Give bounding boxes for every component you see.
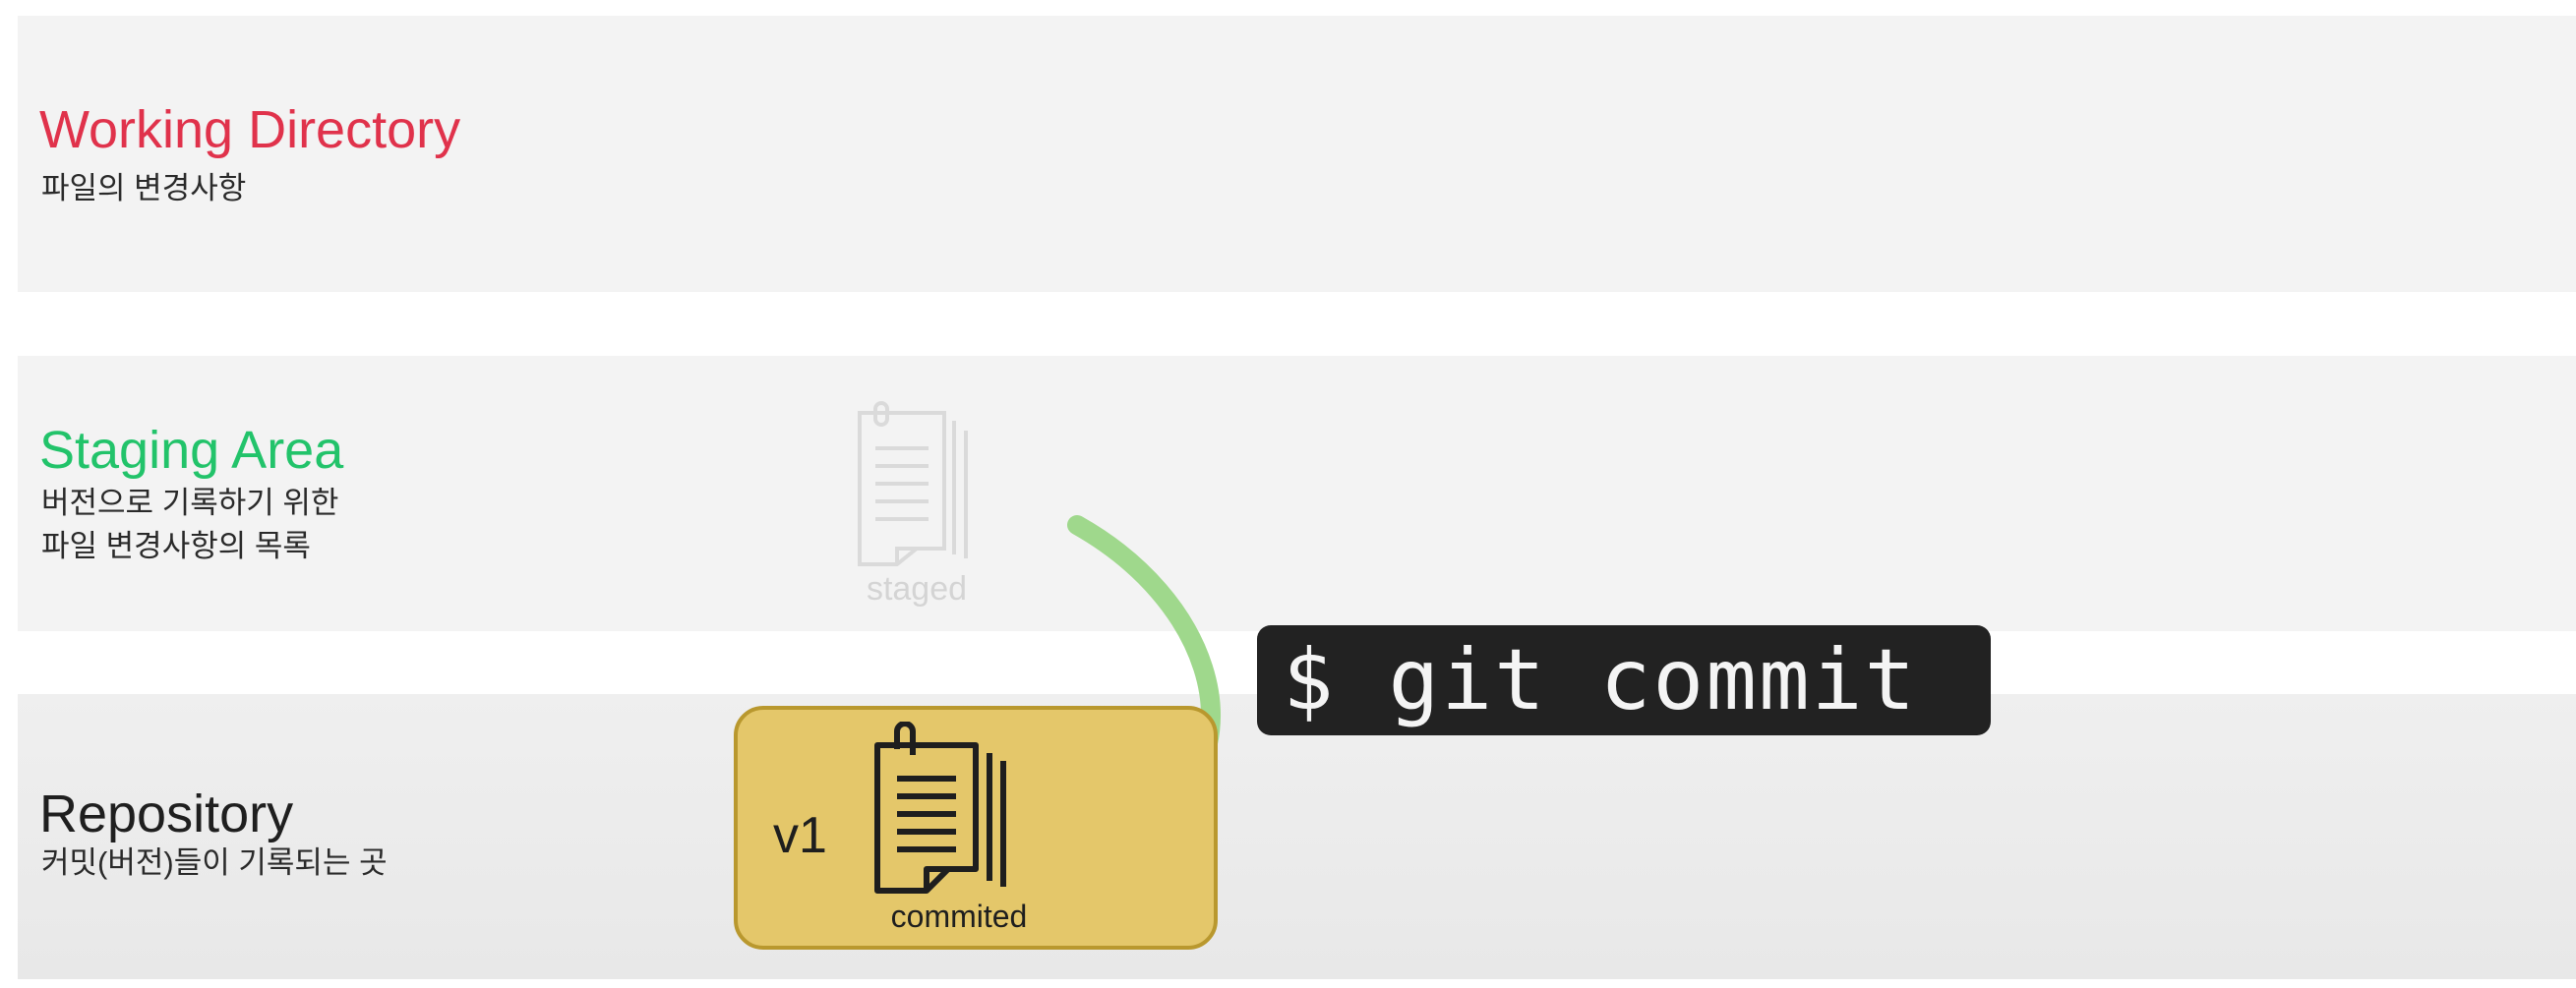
repository-title: Repository xyxy=(39,785,294,843)
commit-label: commited xyxy=(890,899,1028,934)
working-directory-title: Working Directory xyxy=(39,100,461,159)
document-icon xyxy=(874,722,1006,894)
repository-band xyxy=(18,694,2576,979)
git-commit-command: $ git commit xyxy=(1257,625,1991,735)
staged-file: staged xyxy=(838,391,995,608)
staging-area-description-line-2: 파일 변경사항의 목록 xyxy=(41,529,311,563)
commit-version: v1 xyxy=(773,807,827,864)
staged-label: staged xyxy=(866,570,968,608)
staging-area-description-line-1: 버전으로 기록하기 위한 xyxy=(41,486,339,520)
repository-description: 커밋(버전)들이 기록되는 곳 xyxy=(41,845,388,880)
commit-box: v1 commited xyxy=(734,706,1218,950)
staging-area-description: 버전으로 기록하기 위한 파일 변경사항의 목록 xyxy=(41,482,338,568)
document-icon xyxy=(858,401,968,566)
staging-area-title: Staging Area xyxy=(39,421,344,480)
staging-area-band xyxy=(18,356,2576,631)
git-stages-diagram: Working Directory 파일의 변경사항 Staging Area … xyxy=(0,0,2576,988)
working-directory-description: 파일의 변경사항 xyxy=(41,171,247,205)
